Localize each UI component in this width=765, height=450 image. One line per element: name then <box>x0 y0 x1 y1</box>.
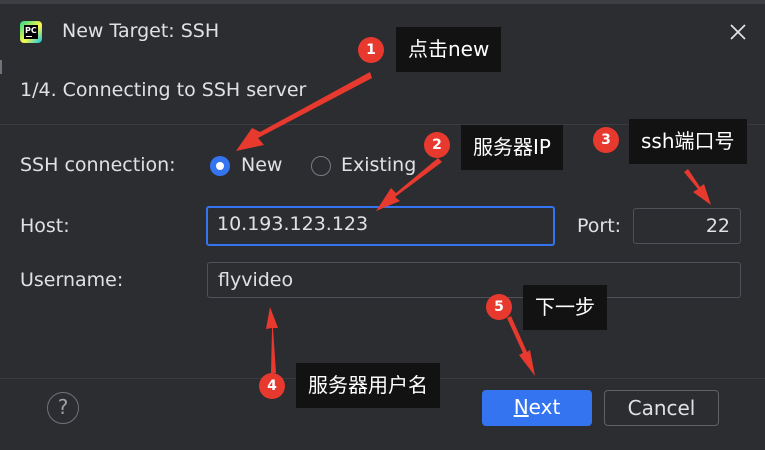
annotation-3-badge: 3 <box>593 127 619 153</box>
annotation-arrow-3 <box>684 169 711 205</box>
annotation-5-text: 下一步 <box>523 285 607 330</box>
annotation-3-text: ssh端口号 <box>629 119 747 164</box>
annotation-arrow-4 <box>266 307 278 373</box>
annotation-4-badge: 4 <box>259 373 285 399</box>
annotation-2-text: 服务器IP <box>461 125 563 170</box>
annotation-1-badge: 1 <box>358 37 384 63</box>
annotation-2-badge: 2 <box>424 132 450 158</box>
annotation-arrow-1 <box>236 72 372 151</box>
annotation-1-text: 点击new <box>396 27 502 72</box>
annotation-4-text: 服务器用户名 <box>296 363 440 408</box>
annotation-5-badge: 5 <box>486 294 512 320</box>
annotation-arrow-2 <box>376 158 442 211</box>
